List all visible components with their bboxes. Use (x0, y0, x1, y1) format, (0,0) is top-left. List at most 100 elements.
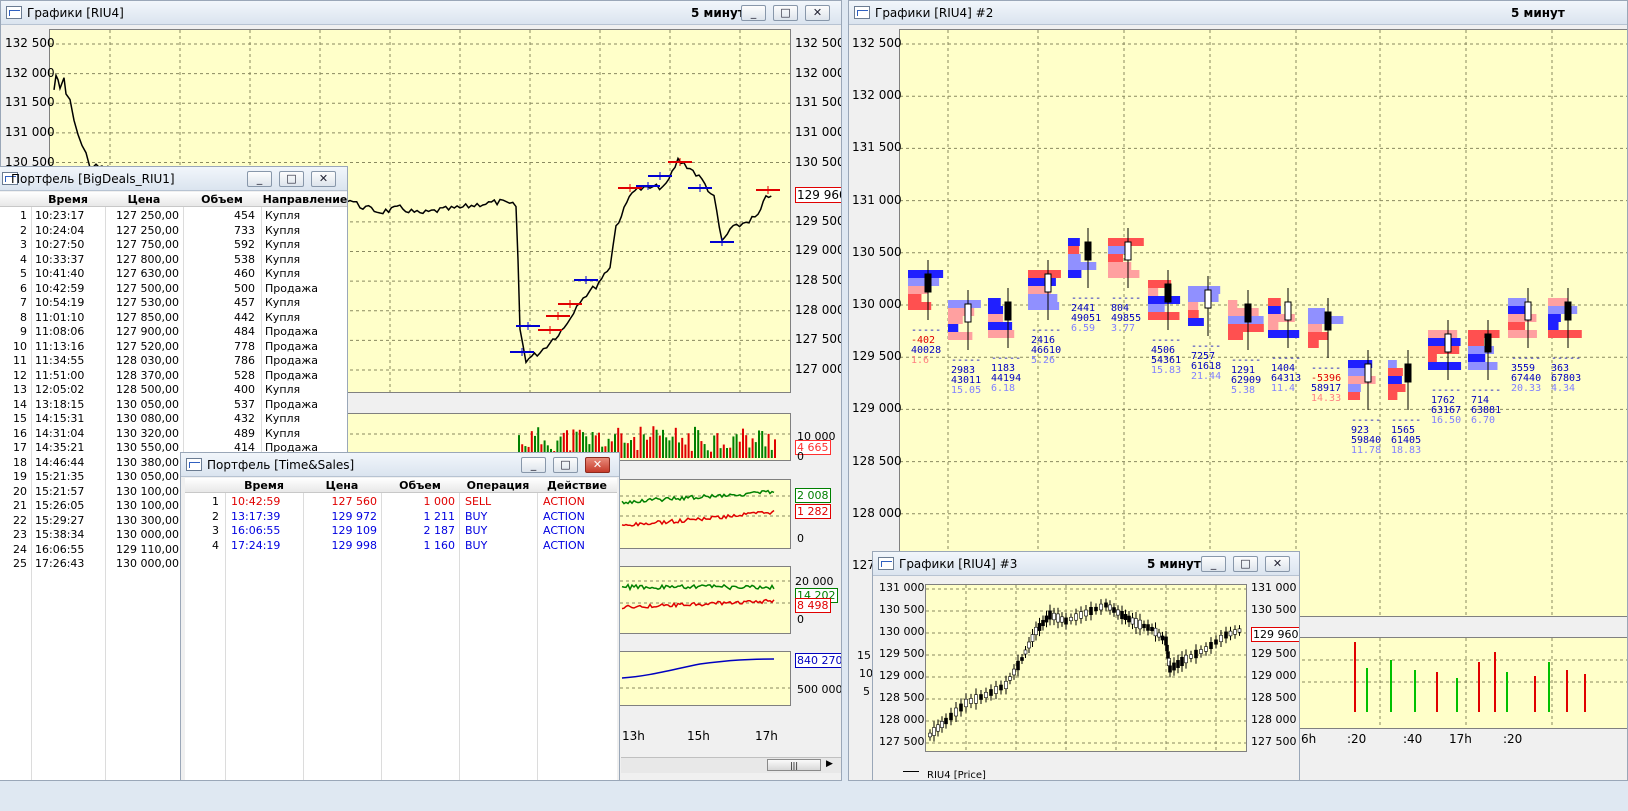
small-price-plot[interactable] (925, 584, 1247, 752)
column-header[interactable]: Объем (183, 193, 261, 206)
candle-body (1094, 606, 1098, 612)
cluster-cell (1388, 376, 1402, 384)
maximize-button[interactable]: □ (279, 171, 304, 187)
table-row[interactable]: 1 10:42:59 127 560 1 000 SELL ACTION (185, 494, 617, 509)
table-row[interactable]: 3 16:06:55 129 109 2 187 BUY ACTION (185, 523, 617, 538)
cluster-cell (908, 294, 922, 302)
chart-window-riu4-3[interactable]: Графики [RIU4] #3 5 минут _ □ ✕ RIU4 [Pr… (872, 551, 1300, 781)
column-header[interactable]: Время (225, 479, 303, 492)
scroll-right-icon[interactable]: ▶ (826, 759, 833, 769)
candle-body (1044, 615, 1049, 623)
minimize-button[interactable]: _ (1201, 556, 1226, 572)
price-tick-label: 130 500 (879, 603, 925, 616)
deal-volume: 528 (234, 368, 255, 382)
table-row[interactable]: 5 10:41:40 127 630,00 460 Купля (0, 266, 347, 281)
volume-bar (623, 442, 626, 458)
table-row[interactable]: 16 14:31:04 130 320,00 489 Купля (0, 426, 347, 441)
trade-operation: BUY (465, 538, 488, 552)
column-header[interactable]: Операция (459, 479, 537, 492)
close-button[interactable]: ✕ (805, 5, 830, 21)
table-row[interactable]: 1 10:23:17 127 250,00 454 Купля (0, 208, 347, 223)
column-header[interactable]: Цена (105, 193, 183, 206)
table-row[interactable]: 9 11:08:06 127 900,00 484 Продажа (0, 324, 347, 339)
cluster-cell (1428, 346, 1460, 354)
table-row[interactable]: 7 10:54:19 127 530,00 457 Купля (0, 295, 347, 310)
maximize-button[interactable]: □ (773, 5, 798, 21)
cluster-price-plot[interactable] (899, 29, 1627, 617)
volume-zero-label: 0 (797, 450, 804, 463)
candle-body (1116, 609, 1120, 616)
maximize-button[interactable]: □ (553, 457, 578, 473)
price-tick-label: 129 500 (795, 213, 842, 228)
table-row[interactable]: 10 11:13:16 127 520,00 778 Продажа (0, 339, 347, 354)
candle-body (1020, 657, 1024, 661)
column-header[interactable]: Направление (261, 193, 347, 206)
row-number: 7 (20, 296, 27, 309)
horizontal-scrollbar[interactable]: ||| ▶ (621, 757, 841, 773)
column-header[interactable]: Время (31, 193, 105, 206)
chart-icon (854, 6, 870, 19)
cluster-cell (1508, 322, 1526, 330)
close-button[interactable]: ✕ (311, 171, 336, 187)
volume-bar (1494, 652, 1496, 712)
timesales-table[interactable]: Время Цена Объем Операция Действие 1 10:4… (185, 478, 617, 780)
price-tick-label: 129 000 (879, 669, 925, 682)
cluster-percent: 15.05 (951, 385, 982, 396)
deal-volume: 484 (234, 325, 255, 338)
candle-body (1209, 642, 1213, 649)
deal-direction: Купля (265, 238, 301, 251)
price-tick-label: 129 000 (852, 401, 902, 416)
row-number: 24 (13, 542, 27, 556)
table-row[interactable]: 2 13:17:39 129 972 1 211 BUY ACTION (185, 509, 617, 524)
table-row[interactable]: 3 10:27:50 127 750,00 592 Купля (0, 237, 347, 252)
volume-bar (1534, 676, 1536, 712)
row-number: 20 (13, 484, 27, 498)
portfolio-timesales-window[interactable]: Портфель [Time&Sales] _ □ ✕ Время Цена О… (180, 452, 620, 781)
table-row[interactable]: 15 14:15:31 130 080,00 432 Купля (0, 411, 347, 426)
table-row[interactable]: 4 10:33:37 127 800,00 538 Купля (0, 252, 347, 267)
minimize-button[interactable]: _ (741, 5, 766, 21)
table-row[interactable]: 14 13:18:15 130 050,00 537 Продажа (0, 397, 347, 412)
deal-time: 10:23:17 (35, 209, 85, 222)
table-row[interactable]: 2 10:24:04 127 250,00 733 Купля (0, 223, 347, 238)
minimize-button[interactable]: _ (521, 457, 546, 473)
volume-bar (687, 433, 690, 458)
title-bar[interactable]: Графики [RIU4] 5 минут _ □ ✕ (1, 1, 841, 25)
table-row[interactable]: 4 17:24:19 129 998 1 160 BUY ACTION (185, 538, 617, 553)
deal-direction: Купля (265, 412, 301, 425)
cluster-cell (1108, 270, 1140, 278)
candle-body (1084, 609, 1088, 617)
column-header[interactable]: Действие (537, 479, 617, 492)
column-header[interactable]: Цена (303, 479, 381, 492)
deal-direction: Продажа (265, 325, 318, 338)
price-tick-label: 128 000 (795, 302, 842, 317)
volume-bar (633, 436, 636, 458)
table-row[interactable]: 8 11:01:10 127 850,00 442 Купля (0, 310, 347, 325)
volume-bar (626, 443, 629, 458)
candle-body (1048, 610, 1052, 620)
deal-price: 128 500,00 (116, 383, 179, 396)
price-tick-label: 131 500 (5, 95, 55, 110)
volume-bar (681, 437, 684, 458)
column-header[interactable]: Объем (381, 479, 459, 492)
minimize-button[interactable]: _ (247, 171, 272, 187)
close-button[interactable]: ✕ (585, 457, 610, 473)
close-button[interactable]: ✕ (1265, 556, 1290, 572)
maximize-button[interactable]: □ (1233, 556, 1258, 572)
table-row[interactable]: 13 12:05:02 128 500,00 400 Купля (0, 382, 347, 397)
candle-body (1284, 301, 1292, 321)
scrollbar-thumb[interactable]: ||| (767, 759, 821, 771)
table-row[interactable]: 11 11:34:55 128 030,00 786 Продажа (0, 353, 347, 368)
time-label-17h: 17h (1449, 732, 1472, 746)
title-bar[interactable]: Портфель [Time&Sales] _ □ ✕ (181, 453, 619, 477)
title-bar[interactable]: Графики [RIU4] #3 5 минут _ □ ✕ (873, 552, 1299, 576)
volume-bar (1506, 672, 1508, 712)
title-bar[interactable]: Портфель [BigDeals_RIU1] _ □ ✕ (0, 167, 347, 191)
deal-direction: Купля (265, 310, 301, 324)
table-row[interactable]: 6 10:42:59 127 500,00 500 Продажа (0, 281, 347, 296)
table-row[interactable]: 12 11:51:00 128 370,00 528 Продажа (0, 368, 347, 383)
title-bar[interactable]: Графики [RIU4] #2 5 минут (849, 1, 1627, 25)
cluster-percent: 11.78 (1351, 445, 1382, 456)
volume-bar (732, 436, 735, 458)
price-tick-label: 132 000 (795, 65, 842, 80)
